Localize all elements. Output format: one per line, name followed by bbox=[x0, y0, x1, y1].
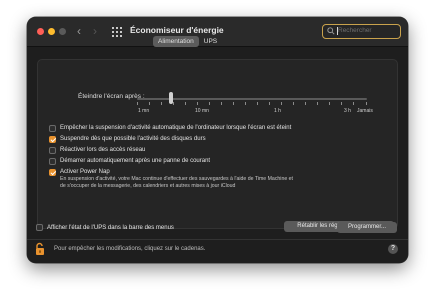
show-all-grid-icon[interactable] bbox=[112, 27, 122, 37]
option-label: Réactiver lors des accès réseau bbox=[60, 147, 146, 153]
search-field[interactable]: Rechercher bbox=[322, 24, 401, 39]
tick-label-1h: 1 h bbox=[274, 108, 281, 114]
tick-label-never: Jamais bbox=[357, 108, 373, 114]
option-wake-network[interactable]: Réactiver lors des accès réseau bbox=[49, 146, 145, 154]
minimize-button[interactable] bbox=[48, 28, 55, 35]
checkbox-wake-network[interactable] bbox=[49, 146, 56, 154]
checkbox-power-nap[interactable] bbox=[49, 168, 56, 176]
checkbox-prevent-sleep[interactable] bbox=[49, 124, 56, 132]
window-title: Économiseur d'énergie bbox=[130, 25, 224, 35]
checkbox-restart-power-failure[interactable] bbox=[49, 157, 56, 165]
tick-label-1mn: 1 mn bbox=[138, 108, 150, 114]
zoom-button[interactable] bbox=[59, 28, 66, 35]
tab-ups[interactable]: UPS bbox=[199, 36, 222, 47]
divider bbox=[27, 239, 408, 240]
help-button[interactable]: ? bbox=[388, 244, 398, 254]
back-arrow-icon[interactable]: ‹ bbox=[77, 24, 81, 38]
sleep-slider-label: Éteindre l'écran après : bbox=[78, 93, 145, 100]
option-label: Démarrer automatiquement après une panne… bbox=[60, 158, 211, 164]
preferences-window: ‹ › Économiseur d'énergie Rechercher Éte… bbox=[27, 17, 408, 263]
option-ups-menu[interactable]: Afficher l'état de l'UPS dans la barre d… bbox=[36, 223, 174, 232]
option-label: Afficher l'état de l'UPS dans la barre d… bbox=[47, 224, 174, 231]
lock-hint-text: Pour empêcher les modifications, cliquez… bbox=[54, 246, 206, 252]
checkbox-disk-sleep[interactable] bbox=[49, 135, 56, 143]
forward-arrow-icon[interactable]: › bbox=[93, 24, 97, 38]
search-placeholder: Rechercher bbox=[338, 27, 372, 34]
close-button[interactable] bbox=[37, 28, 44, 35]
power-nap-description-line-2: de s'occuper de la messagerie, des calen… bbox=[60, 183, 236, 189]
schedule-button[interactable]: Programmer... bbox=[337, 222, 397, 233]
option-disk-sleep[interactable]: Suspendre dès que possible l'activité de… bbox=[49, 135, 206, 143]
option-power-nap[interactable]: Activer Power Nap bbox=[49, 168, 110, 176]
settings-panel: Éteindre l'écran après : 1 mn 10 mn 1 h … bbox=[37, 59, 398, 232]
tab-bar: Alimentation UPS bbox=[153, 36, 222, 47]
option-label: Empêcher la suspension d'activité automa… bbox=[60, 125, 292, 131]
option-label: Activer Power Nap bbox=[60, 169, 110, 175]
tick-label-10mn: 10 mn bbox=[195, 108, 209, 114]
sleep-slider-thumb[interactable] bbox=[169, 92, 173, 104]
checkbox-ups-menu[interactable] bbox=[36, 224, 43, 231]
tick-label-3h: 3 h bbox=[344, 108, 351, 114]
power-nap-description-line-1: En suspension d'activité, votre Mac cont… bbox=[60, 176, 293, 182]
tab-power[interactable]: Alimentation bbox=[153, 36, 199, 47]
option-label: Suspendre dès que possible l'activité de… bbox=[60, 136, 206, 142]
search-icon bbox=[327, 27, 335, 35]
option-restart-power-failure[interactable]: Démarrer automatiquement après une panne… bbox=[49, 157, 210, 165]
lock-icon[interactable] bbox=[35, 242, 47, 256]
option-prevent-sleep[interactable]: Empêcher la suspension d'activité automa… bbox=[49, 124, 291, 132]
